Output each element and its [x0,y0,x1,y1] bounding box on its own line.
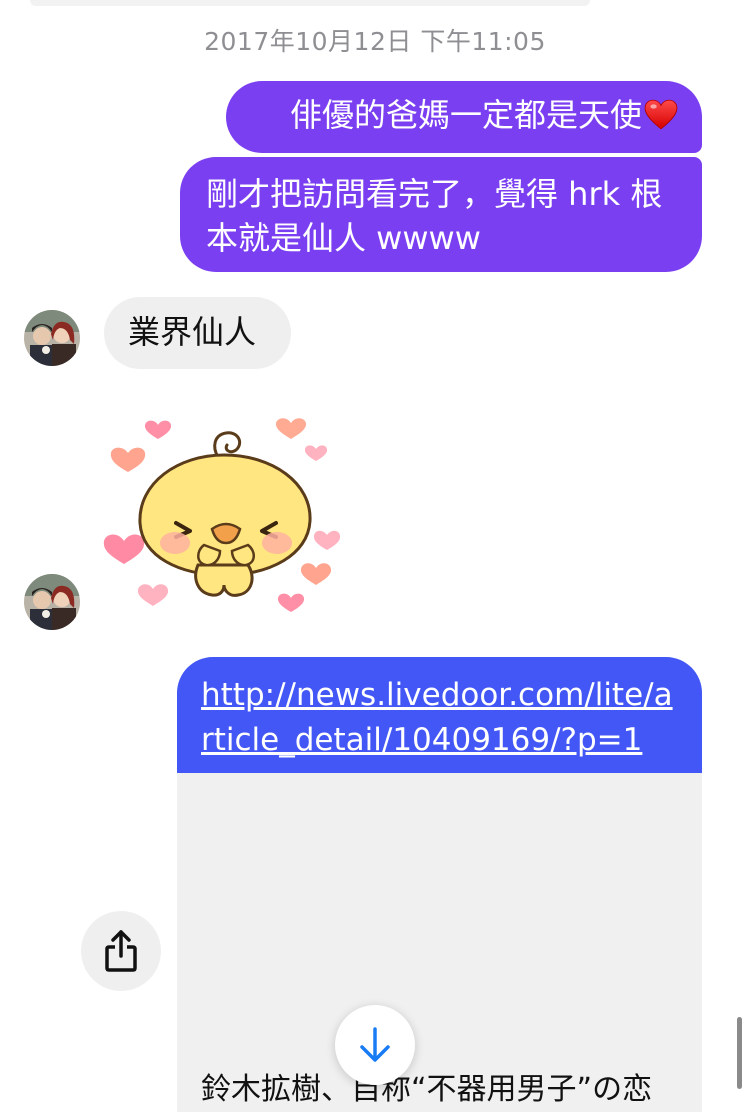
avatar-photo [24,310,80,366]
share-button[interactable] [81,911,161,991]
share-icon [105,930,137,972]
outgoing-message-bubble[interactable]: 剛才把訪問看完了，覺得 hrk 根本就是仙人 wwww [180,157,702,272]
message-text: 剛才把訪問看完了，覺得 hrk 根本就是仙人 wwww [206,175,663,257]
scroll-to-bottom-button[interactable] [335,1005,415,1085]
top-divider [30,0,590,6]
avatar-photo [24,574,80,630]
chick-icon [138,431,312,597]
link-preview-title: 鈴木拡樹、自称“不器用男子”の恋 [201,1072,653,1107]
chick-sticker[interactable] [100,405,350,620]
message-timestamp: 2017年10月12日 下午11:05 [204,27,546,56]
link-url[interactable]: http://news.livedoor.com/lite/article_de… [201,673,682,763]
link-preview-card[interactable]: http://news.livedoor.com/lite/article_de… [177,657,702,1112]
chat-screen: 2017年10月12日 下午11:05 俳優的爸媽一定都是天使 剛才把訪問看完了… [0,0,750,1112]
outgoing-message-bubble[interactable]: 俳優的爸媽一定都是天使 [226,81,702,153]
arrow-down-icon [360,1027,390,1062]
red-heart-icon [644,99,678,130]
sender-avatar[interactable] [24,310,80,366]
incoming-message-bubble[interactable]: 業界仙人 [104,297,291,369]
link-header[interactable]: http://news.livedoor.com/lite/article_de… [177,657,702,773]
message-text: 業界仙人 [128,313,257,351]
scrollbar[interactable] [737,1017,742,1089]
message-text: 俳優的爸媽一定都是天使 [289,96,642,134]
sender-avatar[interactable] [24,574,80,630]
